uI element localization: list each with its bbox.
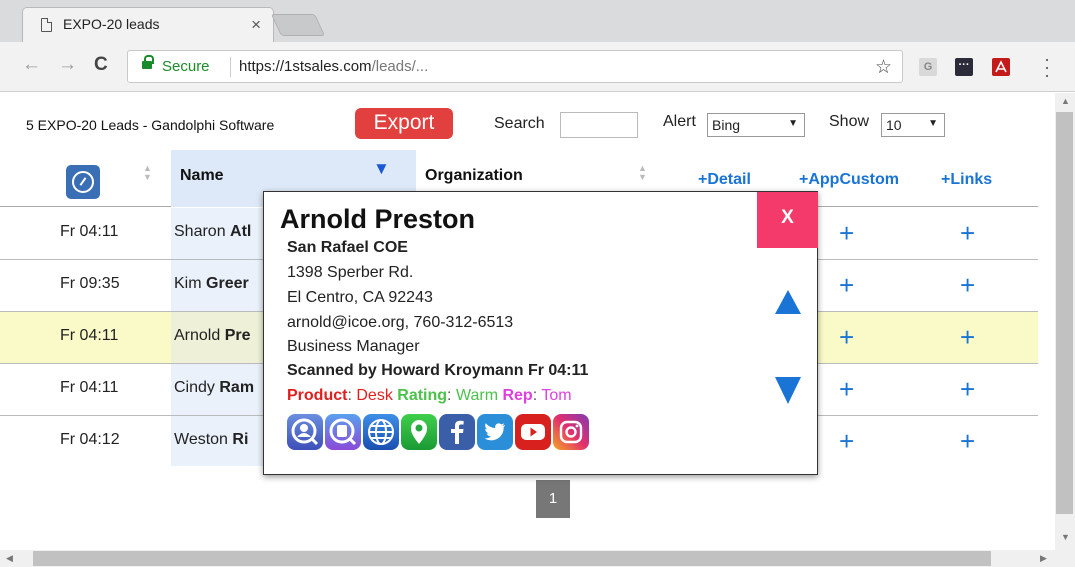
lead-contact: arnold@icoe.org, 760-312-6513: [287, 314, 514, 331]
column-organization[interactable]: Organization: [425, 167, 523, 185]
twitter-icon[interactable]: [477, 414, 513, 450]
address-bar[interactable]: Secure https://1stsales.com/leads/... ☆: [127, 50, 903, 83]
sort-icon[interactable]: ▲ ▼: [143, 164, 152, 182]
lead-full-name: Arnold Preston: [280, 204, 476, 234]
add-appcustom-button[interactable]: +: [839, 270, 854, 301]
lock-icon: [142, 55, 154, 69]
add-appcustom-button[interactable]: +: [839, 374, 854, 405]
contact-search-icon[interactable]: [287, 414, 323, 450]
add-links-button[interactable]: +: [960, 374, 975, 405]
extension-dots-icon[interactable]: ···: [955, 58, 973, 76]
lead-street: 1398 Sperber Rd.: [287, 264, 414, 281]
add-links-button[interactable]: +: [960, 322, 975, 353]
clock-icon[interactable]: [66, 165, 100, 199]
scan-time: Fr 04:11: [60, 379, 119, 396]
sort-desc-icon[interactable]: ▼: [373, 159, 390, 179]
website-globe-icon[interactable]: [363, 414, 399, 450]
column-name[interactable]: Name: [180, 167, 224, 185]
browser-toolbar: ← → C Secure https://1stsales.com/leads/…: [0, 42, 1075, 92]
chevron-down-icon: ▼: [788, 118, 798, 129]
add-links-button[interactable]: +: [960, 218, 975, 249]
close-popup-button[interactable]: X: [757, 192, 818, 248]
add-appcustom-button[interactable]: +: [839, 218, 854, 249]
previous-lead-arrow-icon[interactable]: [775, 290, 801, 314]
scroll-down-arrow-icon[interactable]: ▼: [1061, 532, 1070, 542]
map-pin-icon[interactable]: [401, 414, 437, 450]
document-icon: [41, 18, 52, 32]
scan-time: Fr 04:12: [60, 431, 120, 448]
lead-detail-popup: Arnold Preston San Rafael COE 1398 Sperb…: [263, 191, 818, 475]
scan-time: Fr 04:11: [60, 327, 119, 344]
menu-kebab-icon[interactable]: · · ·: [1042, 50, 1052, 84]
add-links-button[interactable]: +: [960, 426, 975, 457]
secure-label: Secure: [162, 58, 210, 75]
scanned-by: Scanned by Howard Kroymann Fr 04:11: [287, 362, 589, 379]
next-lead-arrow-icon[interactable]: [775, 377, 801, 404]
lead-city: El Centro, CA 92243: [287, 289, 433, 306]
new-tab-button[interactable]: [270, 14, 326, 36]
sort-icon[interactable]: ▲ ▼: [638, 164, 647, 182]
divider: [230, 57, 231, 77]
add-links-button[interactable]: +: [960, 270, 975, 301]
url-text: https://1stsales.com/leads/...: [239, 58, 429, 75]
tab-title: EXPO-20 leads: [63, 16, 160, 32]
tab-strip: EXPO-20 leads ×: [0, 0, 1075, 42]
extension-g-icon[interactable]: G: [919, 58, 937, 76]
add-detail-column-link[interactable]: +Detail: [698, 171, 751, 189]
export-button[interactable]: Export: [355, 108, 453, 139]
horizontal-scroll-thumb[interactable]: [33, 551, 991, 566]
page-title: 5 EXPO-20 Leads - Gandolphi Software: [26, 117, 275, 133]
alert-select[interactable]: Bing ▼: [707, 113, 805, 137]
scan-time: Fr 09:35: [60, 275, 120, 292]
lead-organization: San Rafael COE: [287, 239, 408, 256]
chevron-down-icon: ▼: [928, 118, 938, 129]
scroll-right-arrow-icon[interactable]: ▶: [1040, 553, 1047, 564]
pdf-extension-icon[interactable]: [992, 58, 1010, 76]
add-appcustom-button[interactable]: +: [839, 322, 854, 353]
add-appcustom-button[interactable]: +: [839, 426, 854, 457]
add-links-column-link[interactable]: +Links: [941, 171, 992, 189]
tab-close-icon[interactable]: ×: [251, 15, 261, 35]
bookmark-star-icon[interactable]: ☆: [875, 56, 892, 79]
show-label: Show: [829, 113, 870, 130]
scroll-left-arrow-icon[interactable]: ◀: [6, 553, 13, 564]
reload-icon[interactable]: C: [94, 55, 108, 75]
lead-role: Business Manager: [287, 338, 420, 355]
leads-toolbar: 5 EXPO-20 Leads - Gandolphi Software Exp…: [0, 93, 1055, 143]
page-1-button[interactable]: 1: [536, 480, 570, 518]
instagram-icon[interactable]: [553, 414, 589, 450]
vertical-scroll-thumb[interactable]: [1056, 112, 1073, 514]
search-label: Search: [494, 115, 545, 132]
facebook-icon[interactable]: [439, 414, 475, 450]
back-arrow-icon[interactable]: ←: [22, 55, 41, 75]
youtube-icon[interactable]: [515, 414, 551, 450]
show-select[interactable]: 10 ▼: [881, 113, 945, 137]
add-appcustom-column-link[interactable]: +AppCustom: [799, 171, 899, 189]
scroll-up-arrow-icon[interactable]: ▲: [1061, 96, 1070, 106]
document-search-icon[interactable]: [325, 414, 361, 450]
tab-expo-leads[interactable]: EXPO-20 leads ×: [22, 7, 274, 42]
forward-arrow-icon[interactable]: →: [58, 55, 77, 75]
scan-time: Fr 04:11: [60, 223, 119, 240]
lead-tags: Product: Desk Rating: Warm Rep: Tom: [287, 387, 572, 404]
alert-label: Alert: [663, 113, 696, 130]
search-input[interactable]: [560, 112, 638, 138]
